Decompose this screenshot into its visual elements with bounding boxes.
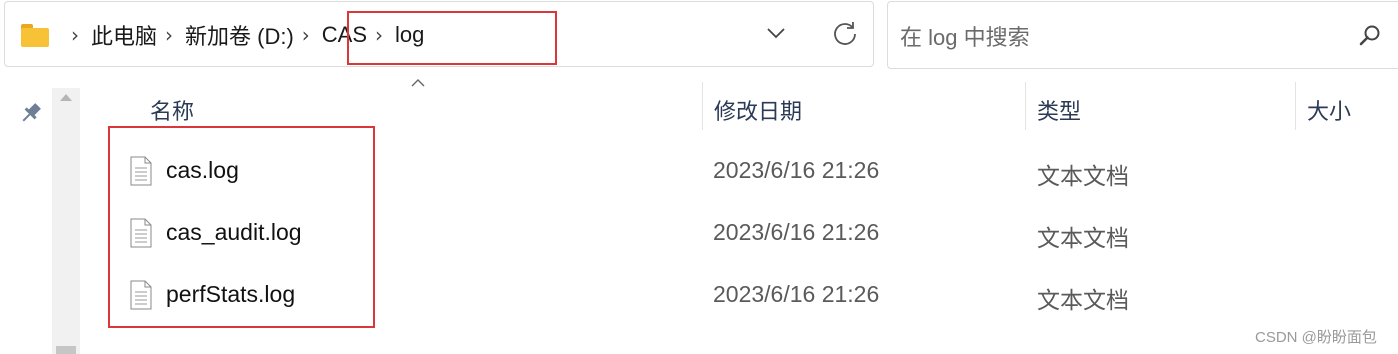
navigation-pane [0,72,86,354]
address-bar[interactable]: › 此电脑 › 新加卷 (D:) › CAS › log [4,1,874,67]
column-header-row: 名称 修改日期 类型 大小 [100,76,1398,132]
breadcrumb-cas[interactable]: CAS [322,22,367,48]
file-type: 文本文档 [1037,163,1129,189]
pin-icon[interactable] [18,100,44,126]
file-row[interactable]: cas_audit.log 2023/6/16 21:26 文本文档 [100,203,1300,263]
breadcrumb: › 此电脑 › 新加卷 (D:) › CAS › log [19,2,424,68]
toolbar: › 此电脑 › 新加卷 (D:) › CAS › log 在 log 中搜索 [0,0,1398,72]
chevron-right-icon[interactable]: › [71,23,79,47]
file-row[interactable]: cas.log 2023/6/16 21:26 文本文档 [100,141,1300,201]
chevron-right-icon[interactable]: › [165,23,173,47]
search-input[interactable]: 在 log 中搜索 [900,20,1030,52]
file-name[interactable]: cas.log [166,157,239,184]
column-header-size[interactable]: 大小 [1307,94,1351,126]
column-divider[interactable] [1295,82,1296,130]
file-row[interactable]: perfStats.log 2023/6/16 21:26 文本文档 [100,265,1300,325]
text-file-icon [130,218,152,248]
search-icon[interactable] [1358,24,1382,48]
breadcrumb-this-pc[interactable]: 此电脑 [91,19,157,51]
vertical-scrollbar[interactable] [52,88,80,354]
scroll-up-arrow-icon[interactable] [60,94,72,101]
column-divider[interactable] [1025,82,1026,130]
file-type: 文本文档 [1037,287,1129,313]
chevron-right-icon[interactable]: › [302,23,310,47]
watermark: CSDN @盼盼面包 [1255,329,1377,346]
column-header-name[interactable]: 名称 [150,94,194,126]
file-name[interactable]: cas_audit.log [166,219,302,246]
file-modified-date: 2023/6/16 21:26 [713,281,880,307]
column-header-type[interactable]: 类型 [1037,94,1081,126]
folder-icon [19,22,51,48]
text-file-icon [130,156,152,186]
file-name[interactable]: perfStats.log [166,281,295,308]
chevron-right-icon[interactable]: › [375,23,383,47]
refresh-icon[interactable] [831,19,859,47]
text-file-icon [130,280,152,310]
column-header-modified[interactable]: 修改日期 [714,94,802,126]
scrollbar-thumb[interactable] [56,346,76,354]
chevron-down-icon[interactable] [765,22,787,44]
search-box[interactable]: 在 log 中搜索 [887,1,1398,69]
sort-ascending-icon [411,79,425,87]
column-divider[interactable] [702,82,703,130]
breadcrumb-drive-d[interactable]: 新加卷 (D:) [185,19,294,51]
file-type: 文本文档 [1037,225,1129,251]
file-modified-date: 2023/6/16 21:26 [713,157,880,183]
breadcrumb-log[interactable]: log [395,22,424,48]
file-modified-date: 2023/6/16 21:26 [713,219,880,245]
